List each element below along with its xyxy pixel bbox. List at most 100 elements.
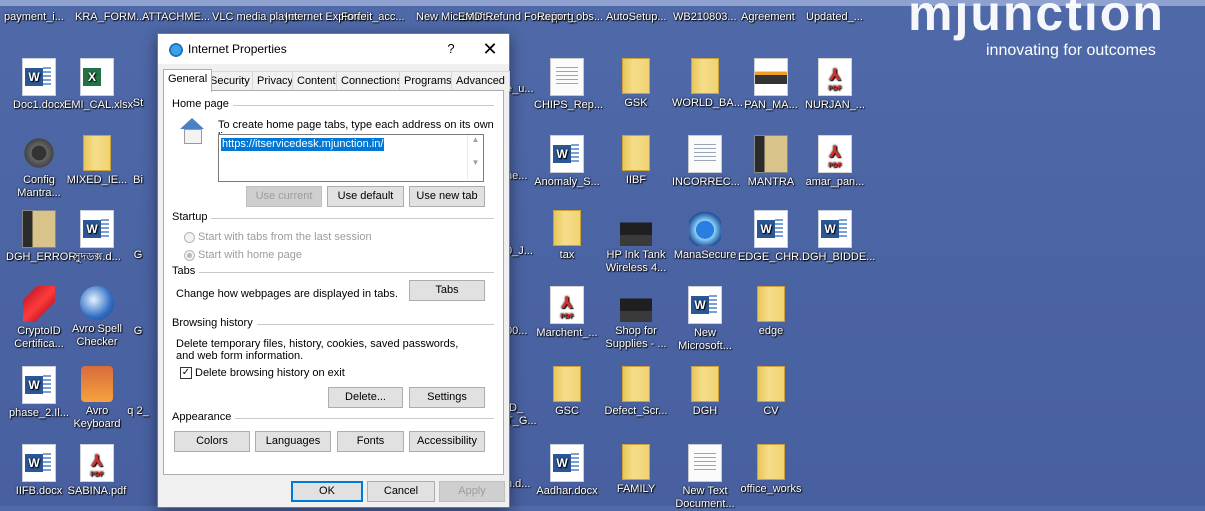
desktop-icon-label[interactable]: WB210803... [673,11,737,23]
tab-connections[interactable]: Connections [336,71,408,91]
word-doc-icon [818,210,852,248]
desktop-icon[interactable]: MANTRA [738,135,804,189]
history-settings-button[interactable]: Settings [409,387,485,408]
desktop-icon-label[interactable]: AutoSetup... [606,11,667,23]
dialog-titlebar[interactable]: Internet Properties ? ✕ [158,34,509,64]
desktop-icon[interactable]: CHIPS_Rep... [534,58,603,112]
desktop-icon[interactable]: CV [738,366,804,418]
tab-advanced[interactable]: Advanced [451,71,510,91]
tab-programs[interactable]: Programs [399,71,457,91]
desktop-icon[interactable]: St [118,58,158,110]
desktop-icon[interactable]: Bi [118,135,158,187]
desktop-icon[interactable]: NURJAN_... [802,58,868,112]
desktop-icon[interactable]: tax [534,210,600,262]
use-current-button[interactable]: Use current [246,186,322,207]
desktop-icon-label: EDGE_CHR... [738,251,809,263]
desktop-icon-label: q 2_ [127,405,149,417]
desktop-icon[interactable]: WORLD_BA... [672,58,743,110]
desktop-icon-label[interactable]: Agreement [741,11,795,23]
desktop-icon[interactable]: G [118,210,158,262]
desktop-icon[interactable]: amar_pan... [802,135,868,189]
desktop-icon-label: ManaSecure [673,249,737,261]
delete-history-button[interactable]: Delete... [328,387,403,408]
desktop-icon[interactable]: Marchent_... [534,286,600,340]
pan-file-icon [754,58,788,96]
document-icon [688,135,722,173]
fonts-button[interactable]: Fonts [337,431,404,452]
tab-content[interactable]: Content [292,71,341,91]
desktop-icon-label[interactable]: payment_i... [4,11,64,23]
desktop-icon[interactable]: q 2_ [118,366,158,418]
desktop-icon[interactable]: New Microsoft... [672,286,738,353]
folder-icon [757,366,785,402]
accessibility-button[interactable]: Accessibility [409,431,485,452]
desktop-icon[interactable]: G [118,286,158,338]
manasecure-icon [689,210,721,246]
desktop-icon[interactable]: office_works [738,444,804,496]
tab-security[interactable]: Security [205,71,255,91]
desktop-icon-label[interactable]: Report_obs... [537,11,603,23]
desktop-icon[interactable]: Defect_Scr... [603,366,669,418]
desktop-icon-label: St [132,97,144,109]
desktop-icon-label[interactable]: KRA_FORM... [75,11,145,23]
desktop-icon[interactable]: New Text Document... [672,444,738,511]
apply-button[interactable]: Apply [439,481,505,502]
desktop-icon[interactable]: IIBF [603,135,669,187]
cancel-button[interactable]: Cancel [367,481,435,502]
desktop-icon[interactable]: HP Ink Tank Wireless 4... [603,210,669,275]
desktop-icon-label: CryptoID Certifica... [14,325,64,350]
use-new-tab-button[interactable]: Use new tab [409,186,485,207]
desktop-icon-label[interactable]: Updated_... [806,11,863,23]
desktop-icon[interactable]: GSC [534,366,600,418]
desktop-icon[interactable]: IIFB.docx [6,444,72,498]
desktop-icon[interactable]: CryptoID Certifica... [6,286,72,351]
tabs-group-title: Tabs [172,265,200,277]
desktop-icon-label: DGH [692,405,718,417]
desktop-icon[interactable]: Doc1.docx [6,58,72,112]
desktop-icon[interactable]: PAN_MA... [738,58,804,112]
scroll-up-icon[interactable]: ▲ [468,135,483,144]
colors-button[interactable]: Colors [174,431,250,452]
desktop-icon[interactable]: SABINA.pdf [64,444,130,498]
desktop-icon-label: PAN_MA... [744,99,798,111]
use-default-button[interactable]: Use default [327,186,404,207]
url-scrollbar[interactable]: ▲ ▼ [467,135,483,179]
desktop-icon[interactable]: Config Mantra... [6,135,72,200]
languages-button[interactable]: Languages [255,431,331,452]
desktop-icon-label: NURJAN_... [805,99,865,111]
desktop-icon-label: MANTRA [747,176,795,188]
browsing-history-group-title: Browsing history [172,317,257,329]
startup-last-session-radio[interactable] [184,232,195,243]
scroll-down-icon[interactable]: ▼ [468,158,483,167]
desktop-icon[interactable]: phase_2.Il... [6,366,72,420]
desktop-icon[interactable]: DGH_ERROR [6,210,76,264]
pdf-file-icon [818,58,852,96]
desktop-icon[interactable]: Shop for Supplies - ... [603,286,669,351]
startup-group-title: Startup [172,211,212,223]
desktop-icon-label[interactable]: ATTACHME... [142,11,210,23]
home-page-url-input[interactable]: https://itservicedesk.mjunction.in/ ▲ ▼ [218,134,484,182]
help-button[interactable]: ? [441,39,461,59]
desktop-icon[interactable]: INCORREC... [672,135,740,189]
tab-general[interactable]: General [163,69,213,92]
desktop-icon[interactable]: GSK [603,58,669,110]
mjunction-wallpaper-logo: mjunction innovating for outcomes [902,0,1205,70]
dialog-title: Internet Properties [188,42,287,56]
close-button[interactable]: ✕ [478,38,502,60]
desktop-icon-label[interactable]: Forfeit_acc... [341,11,405,23]
delete-on-exit-checkbox[interactable]: ✓ [180,367,192,379]
desktop-icon[interactable]: DGH [672,366,738,418]
report-file-icon [550,58,584,96]
desktop-icon[interactable]: ManaSecure [672,210,738,262]
file-icon [122,366,154,402]
startup-home-page-radio[interactable] [184,250,195,261]
pdf-file-icon [80,444,114,482]
desktop-icon[interactable]: DGH_BIDDE... [802,210,875,264]
tabs-settings-button[interactable]: Tabs [409,280,485,301]
desktop-icon[interactable]: EDGE_CHR... [738,210,809,264]
ok-button[interactable]: OK [291,481,363,502]
desktop-icon[interactable]: Aadhar.docx [534,444,600,498]
desktop-icon[interactable]: FAMILY [603,444,669,496]
desktop-icon[interactable]: edge [738,286,804,338]
desktop-icon[interactable]: Anomaly_S... [534,135,600,189]
